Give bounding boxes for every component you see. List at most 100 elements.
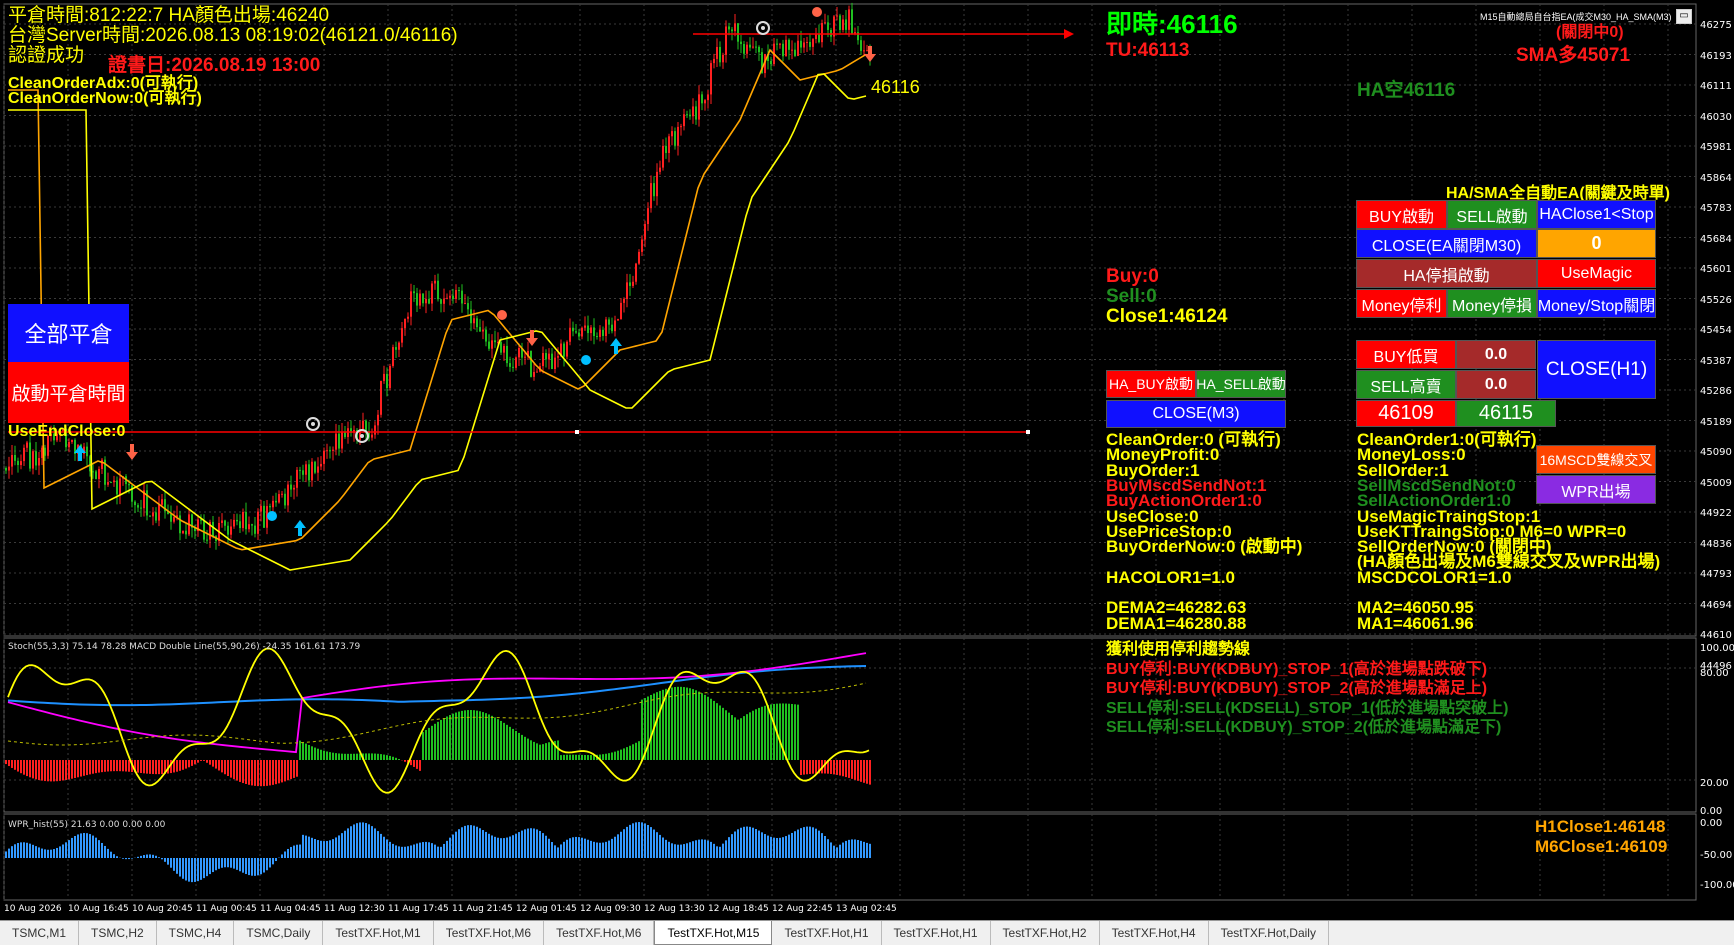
ha-sell-start-button[interactable]: HA_SELL啟動 <box>1196 370 1286 398</box>
candle-body <box>818 34 820 43</box>
candle-body <box>707 94 709 101</box>
candle-body <box>377 414 379 426</box>
m6close-value: M6Close1:46109 <box>1535 837 1668 856</box>
candle-body <box>110 482 112 484</box>
ha-stop-button[interactable]: HA停損啟動 <box>1356 259 1537 288</box>
tab-tsmc-daily[interactable]: TSMC,Daily <box>234 921 324 945</box>
close-m3-button[interactable]: CLOSE(M3) <box>1106 400 1286 428</box>
tab-testtxf-hot-h4[interactable]: TestTXF.Hot,H4 <box>1100 921 1209 945</box>
candle-body <box>608 319 610 325</box>
tab-tsmc-h2[interactable]: TSMC,H2 <box>79 921 157 945</box>
candle-body <box>668 136 670 153</box>
buy-low-button[interactable]: BUY低買 <box>1356 340 1456 369</box>
tab-testtxf-hot-daily[interactable]: TestTXF.Hot,Daily <box>1209 921 1329 945</box>
candle-body <box>866 50 868 52</box>
candle-body <box>341 431 343 449</box>
zero-value-button[interactable]: 0 <box>1537 229 1656 258</box>
close-all-button[interactable]: 全部平倉 <box>8 304 129 362</box>
money-profit-button[interactable]: Money停利 <box>1356 289 1447 318</box>
close-ea-button[interactable]: CLOSE(EA關閉M30) <box>1356 229 1537 258</box>
candle-body <box>311 461 313 481</box>
candle-body <box>239 521 241 529</box>
candle-body <box>134 501 136 506</box>
candle-body <box>782 43 784 57</box>
candle-body <box>758 46 760 53</box>
tab-tsmc-m1[interactable]: TSMC,M1 <box>0 921 79 945</box>
candle-body <box>443 298 445 304</box>
tab-testtxf-hot-h1[interactable]: TestTXF.Hot,H1 <box>882 921 991 945</box>
candle-body <box>452 295 454 300</box>
start-close-time-button[interactable]: 啟動平倉時間 <box>8 362 129 423</box>
candle-body <box>140 507 142 509</box>
candle-body <box>461 290 463 304</box>
buy-start-button[interactable]: BUY啟動 <box>1356 200 1447 229</box>
candle-body <box>806 41 808 43</box>
buy-dot-icon <box>581 355 591 365</box>
price-tick: 45783 <box>1700 203 1732 214</box>
close-h1-button[interactable]: CLOSE(H1) <box>1537 340 1656 399</box>
tab-testtxf-hot-m6[interactable]: TestTXF.Hot,M6 <box>434 921 545 945</box>
candle-body <box>851 9 853 34</box>
target-icon-dot <box>761 26 765 30</box>
ha-buy-start-button[interactable]: HA_BUY啟動 <box>1106 370 1196 398</box>
sell-high-value[interactable]: 0.0 <box>1456 370 1536 399</box>
chart-area[interactable]: 平倉時間:812:22:7 HA顏色出場:46240 台灣Server時間:20… <box>0 0 1734 920</box>
haclose-button[interactable]: HAClose1<Stop <box>1537 200 1656 229</box>
buy-low-value[interactable]: 0.0 <box>1456 340 1536 369</box>
candle-body <box>677 126 679 146</box>
price-tick: 45387 <box>1700 355 1732 367</box>
price-button-1[interactable]: 46109 <box>1356 400 1456 427</box>
sell-high-button[interactable]: SELL高賣 <box>1356 370 1456 399</box>
candle-body <box>704 100 706 104</box>
window-restore-icon[interactable]: ▭ <box>1676 9 1692 24</box>
price-chart-canvas[interactable] <box>0 0 1734 920</box>
candle-body <box>86 446 88 457</box>
stoch-macd-title: Stoch(55,3,3) 75.14 78.28 MACD Double Li… <box>8 642 361 652</box>
candle-body <box>515 357 517 368</box>
price-tick: 45009 <box>1700 477 1732 489</box>
stoch-tick: 80.00 <box>1700 668 1729 679</box>
candle-body <box>392 347 394 366</box>
chart-tabs: TSMC,M1 TSMC,H2 TSMC,H4 TSMC,Daily TestTXF.H… <box>0 920 1734 945</box>
candle-body <box>791 49 793 51</box>
wpr-exit-button[interactable]: WPR出場 <box>1536 475 1656 504</box>
sell-count: Sell:0 <box>1106 286 1157 307</box>
candle-body <box>485 329 487 342</box>
candle-body <box>548 353 550 360</box>
money-stop-button[interactable]: Money/Stop關閉 <box>1537 289 1656 318</box>
candle-body <box>683 114 685 127</box>
candle-body <box>530 350 532 377</box>
price-tick: 46030 <box>1700 111 1732 123</box>
candle-body <box>794 49 796 56</box>
candle-body <box>545 353 547 360</box>
use-magic-button[interactable]: UseMagic <box>1537 259 1656 288</box>
money-loss-button[interactable]: Money停損 <box>1447 289 1537 318</box>
price-tick: 45189 <box>1700 416 1732 428</box>
tab-tsmc-h4[interactable]: TSMC,H4 <box>157 921 235 945</box>
stoch-tick: 20.00 <box>1700 778 1729 789</box>
realtime-price: 即時:46116 <box>1106 9 1238 39</box>
tab-testtxf-hot-m15[interactable]: TestTXF.Hot,M15 <box>654 921 773 945</box>
candle-body <box>329 450 331 452</box>
candle-body <box>314 461 316 473</box>
candle-body <box>629 282 631 286</box>
sell-start-button[interactable]: SELL啟動 <box>1447 200 1537 229</box>
candle-body <box>566 341 568 357</box>
price-button-2[interactable]: 46115 <box>1456 400 1556 427</box>
tab-testtxf-hot-h1[interactable]: TestTXF.Hot,H1 <box>772 921 882 945</box>
candle-body <box>557 356 559 358</box>
candle-body <box>836 15 838 17</box>
candle-body <box>101 459 103 469</box>
tab-testtxf-hot-h2[interactable]: TestTXF.Hot,H2 <box>991 921 1100 945</box>
price-tick: 44836 <box>1700 538 1732 550</box>
info-line: SELL停利:SELL(KDBUY)_STOP_2(低於進場點滿足下) <box>1106 719 1502 736</box>
candle-body <box>155 512 157 521</box>
tab-testtxf-hot-m6[interactable]: TestTXF.Hot,M6 <box>544 921 655 945</box>
tab-testtxf-hot-m1[interactable]: TestTXF.Hot,M1 <box>323 921 434 945</box>
candle-body <box>317 466 319 473</box>
candle-body <box>584 325 586 328</box>
msc-cross-button[interactable]: 16MSCD雙線交叉 <box>1536 445 1656 474</box>
candle-body <box>371 434 373 438</box>
candle-body <box>68 441 70 448</box>
auth-status-text: 認證成功 <box>8 45 85 66</box>
